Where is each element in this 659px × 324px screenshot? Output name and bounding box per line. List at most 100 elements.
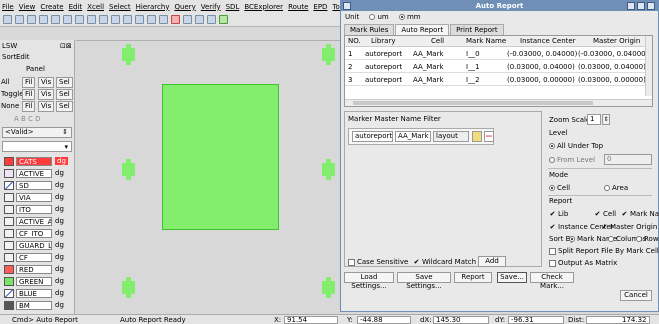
- cancel-button[interactable]: Cancel: [620, 290, 652, 301]
- window-menu-icon[interactable]: [343, 2, 351, 10]
- layer-row-via[interactable]: VIA dg: [4, 192, 64, 202]
- col-cell[interactable]: Cell: [431, 37, 444, 45]
- tab-mark-rules[interactable]: Mark Rules: [344, 24, 395, 35]
- tab-print-report[interactable]: Print Report: [450, 24, 504, 35]
- minimize-icon[interactable]: [627, 2, 635, 10]
- alignment-mark[interactable]: [322, 159, 335, 180]
- menu-select[interactable]: Select: [109, 3, 131, 11]
- from-level-radio[interactable]: From Level: [549, 156, 595, 164]
- table-row[interactable]: 1 autoreport AA_Mark I__0 (-0.03000, 0.0…: [345, 49, 645, 60]
- layer-row-ito[interactable]: ITO dg: [4, 204, 64, 214]
- layer-row-guard-lin[interactable]: GUARD_LIN dg: [4, 240, 64, 250]
- menu-sdl[interactable]: SDL: [226, 3, 240, 11]
- copy-icon[interactable]: [159, 15, 168, 24]
- mode-area-radio[interactable]: Area: [604, 184, 628, 192]
- report-cell-checkbox[interactable]: ✔ Cell: [594, 210, 617, 218]
- table-horizontal-scrollbar[interactable]: [345, 99, 652, 106]
- save-button[interactable]: Save...: [497, 272, 527, 283]
- alignment-mark[interactable]: [322, 44, 335, 65]
- edit-menu[interactable]: Edit: [16, 53, 30, 61]
- filter-library-field[interactable]: autoreport: [352, 131, 393, 142]
- col-master-origin[interactable]: Master Origin: [593, 37, 640, 45]
- sort-rows-radio[interactable]: Rows: [636, 235, 659, 243]
- unit-mm-radio[interactable]: mm: [398, 13, 421, 21]
- close-icon[interactable]: [647, 2, 655, 10]
- col-instance-center[interactable]: Instance Center: [520, 37, 576, 45]
- layer-row-sd[interactable]: SD dg: [4, 180, 64, 190]
- stretch-icon[interactable]: [147, 15, 156, 24]
- grid-icon[interactable]: [51, 15, 60, 24]
- table-row[interactable]: 3 autoreport AA_Mark I__2 (0.03000, 0.00…: [345, 75, 645, 86]
- check-mark-button[interactable]: Check Mark...: [530, 272, 574, 290]
- filter-view-field[interactable]: layout: [433, 131, 469, 142]
- menu-hierarchy[interactable]: Hierarchy: [136, 3, 170, 11]
- abcd-filter[interactable]: A B C D: [14, 115, 41, 123]
- label-icon[interactable]: [219, 15, 228, 24]
- table-vertical-scrollbar[interactable]: [645, 36, 652, 96]
- sort-menu[interactable]: Sort: [2, 53, 16, 61]
- browse-icon[interactable]: [472, 131, 482, 142]
- path-icon[interactable]: [183, 15, 192, 24]
- menu-epd[interactable]: EPD: [313, 3, 327, 11]
- menu-create[interactable]: Create: [40, 3, 63, 11]
- window-icon[interactable]: [111, 15, 120, 24]
- open-icon[interactable]: [15, 15, 24, 24]
- tab-auto-report[interactable]: Auto Report: [395, 24, 450, 35]
- menu-bcexplorer[interactable]: BCExplorer: [244, 3, 283, 11]
- col-library[interactable]: Library: [371, 37, 395, 45]
- valid-layers-select[interactable]: <Valid> ⇕: [2, 127, 72, 138]
- maximize-icon[interactable]: [637, 2, 645, 10]
- layer-row-green[interactable]: GREEN dg: [4, 276, 64, 286]
- menu-query[interactable]: Query: [174, 3, 195, 11]
- from-level-input[interactable]: 0: [604, 154, 652, 165]
- rectangle-icon[interactable]: [195, 15, 204, 24]
- col-no[interactable]: NO.: [348, 37, 361, 45]
- alignment-mark[interactable]: [122, 159, 135, 180]
- report-button[interactable]: Report: [454, 272, 492, 283]
- report-lib-checkbox[interactable]: ✔ Lib: [549, 210, 569, 218]
- none-vis-button[interactable]: Vis: [38, 101, 55, 112]
- lsw-controls-icon[interactable]: ⊡⊠: [60, 42, 72, 50]
- unit-um-radio[interactable]: um: [369, 13, 389, 21]
- new-icon[interactable]: [3, 15, 12, 24]
- filter-cell-field[interactable]: AA_Mark: [395, 131, 431, 142]
- report-mark-name-checkbox[interactable]: ✔Mark Name: [621, 210, 659, 218]
- save-icon[interactable]: [27, 15, 36, 24]
- redo-icon[interactable]: [87, 15, 96, 24]
- ruler-icon[interactable]: [63, 15, 72, 24]
- all-vis-button[interactable]: Vis: [38, 77, 55, 88]
- all-fil-button[interactable]: Fil: [22, 77, 36, 88]
- menu-verify[interactable]: Verify: [201, 3, 221, 11]
- delete-icon[interactable]: [171, 15, 180, 24]
- report-master-origin-checkbox[interactable]: ✔ Master Origin: [601, 223, 658, 231]
- none-sel-button[interactable]: Sel: [56, 101, 73, 112]
- menu-file[interactable]: File: [2, 3, 14, 11]
- active-area-rectangle[interactable]: [162, 84, 279, 230]
- alignment-mark[interactable]: [122, 44, 135, 65]
- wildcard-match-checkbox[interactable]: ✔ Wildcard Match: [413, 258, 476, 266]
- case-sensitive-checkbox[interactable]: Case Sensitive: [348, 258, 408, 266]
- layer-row-cats[interactable]: CATS dg: [4, 156, 68, 166]
- add-button[interactable]: Add: [478, 256, 506, 267]
- fit-icon[interactable]: [99, 15, 108, 24]
- move-icon[interactable]: [135, 15, 144, 24]
- menu-view[interactable]: View: [19, 3, 36, 11]
- layer-search-input[interactable]: ▾: [2, 141, 72, 152]
- mode-cell-radio[interactable]: Cell: [549, 184, 570, 192]
- output-matrix-checkbox[interactable]: Output As Matrix: [549, 259, 617, 267]
- split-report-checkbox[interactable]: Split Report File By Mark Cell: [549, 247, 659, 255]
- layer-row-cf-ito[interactable]: CF_ITO dg: [4, 228, 64, 238]
- report-table[interactable]: NO. Library Cell Mark Name Instance Cent…: [344, 35, 653, 107]
- layer-row-cf[interactable]: CF dg: [4, 252, 64, 262]
- dialog-title-bar[interactable]: Auto Report: [341, 1, 658, 11]
- menu-xcell[interactable]: Xcell: [87, 3, 104, 11]
- undo-icon[interactable]: [75, 15, 84, 24]
- menu-route[interactable]: Route: [288, 3, 308, 11]
- load-settings-button[interactable]: Load Settings...: [344, 272, 394, 290]
- layer-row-blue[interactable]: BLUE dg: [4, 288, 64, 298]
- all-sel-button[interactable]: Sel: [56, 77, 73, 88]
- select-icon[interactable]: [123, 15, 132, 24]
- menu-edit[interactable]: Edit: [69, 3, 83, 11]
- zoom-icon[interactable]: [39, 15, 48, 24]
- save-settings-button[interactable]: Save Settings...: [397, 272, 451, 290]
